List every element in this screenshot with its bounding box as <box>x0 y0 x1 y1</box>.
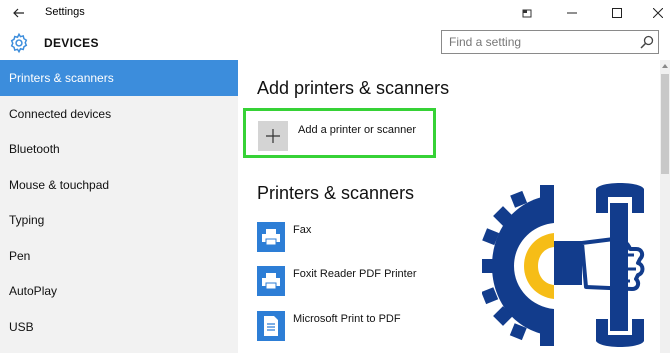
scroll-up-icon[interactable] <box>660 60 670 72</box>
printer-item-microsoft-pdf[interactable]: Microsoft Print to PDF <box>257 311 477 343</box>
printer-name: Foxit Reader PDF Printer <box>293 268 417 280</box>
gear-icon <box>10 32 28 54</box>
sidebar-item-pen[interactable]: Pen <box>0 238 238 274</box>
close-button[interactable] <box>648 3 668 23</box>
printer-item-fax[interactable]: Fax <box>257 222 477 254</box>
close-icon <box>653 8 663 18</box>
sidebar-item-typing[interactable]: Typing <box>0 202 238 238</box>
printer-name: Microsoft Print to PDF <box>293 313 401 325</box>
sidebar-item-connected-devices[interactable]: Connected devices <box>0 96 238 132</box>
add-printer-highlight: Add a printer or scanner <box>243 108 436 158</box>
search-input[interactable] <box>442 31 632 53</box>
search-icon[interactable] <box>640 35 654 49</box>
sidebar-item-bluetooth[interactable]: Bluetooth <box>0 131 238 167</box>
back-button[interactable] <box>8 3 30 23</box>
window-title: Settings <box>45 6 85 18</box>
printer-name: Fax <box>293 224 312 236</box>
printer-item-foxit[interactable]: Foxit Reader PDF Printer <box>257 266 477 298</box>
arrow-left-icon <box>13 8 24 18</box>
page-title: DEVICES <box>44 36 99 50</box>
minimize-button[interactable] <box>562 3 582 23</box>
sidebar-item-printers-scanners[interactable]: Printers & scanners <box>0 60 238 96</box>
title-bar: Settings <box>0 0 670 26</box>
page-header: DEVICES <box>0 26 670 60</box>
add-printer-button[interactable] <box>258 121 288 151</box>
search-box[interactable] <box>441 30 659 54</box>
sidebar-item-mouse-touchpad[interactable]: Mouse & touchpad <box>0 167 238 203</box>
plus-icon <box>266 129 280 143</box>
sidebar-item-usb[interactable]: USB <box>0 309 238 345</box>
gear-wrench-logo-icon <box>482 183 645 347</box>
add-printer-label[interactable]: Add a printer or scanner <box>298 124 416 136</box>
pdf-printer-icon <box>257 311 285 341</box>
scroll-thumb[interactable] <box>661 74 669 174</box>
printers-heading: Printers & scanners <box>257 183 415 203</box>
maximize-button[interactable] <box>607 3 627 23</box>
sidebar: Printers & scanners Connected devices Bl… <box>0 60 238 353</box>
minimize-icon <box>567 12 577 14</box>
add-printers-heading: Add printers & scanners <box>257 78 450 98</box>
snap-icon[interactable] <box>517 3 537 23</box>
sidebar-item-autoplay[interactable]: AutoPlay <box>0 273 238 309</box>
printer-icon <box>257 266 285 296</box>
maximize-icon <box>612 8 622 18</box>
printer-icon <box>257 222 285 252</box>
